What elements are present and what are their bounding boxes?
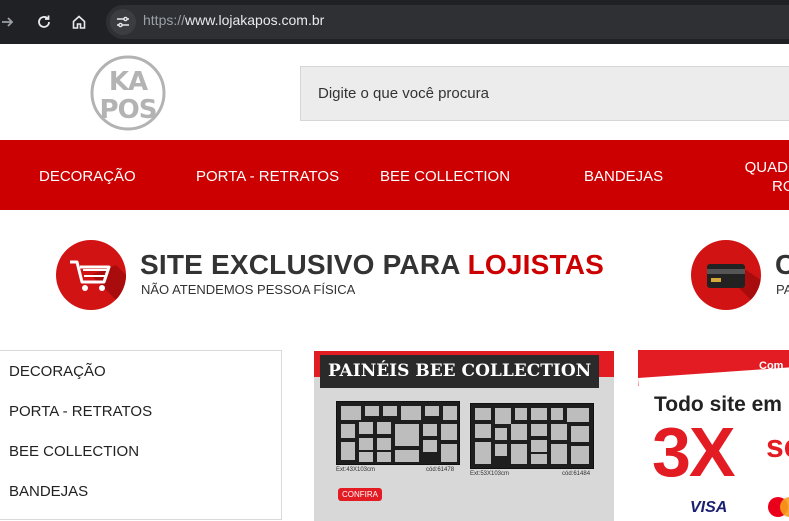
promo-big-number: 3X (652, 413, 736, 491)
promo-big-suffix: se (766, 428, 789, 464)
nav-item-bandejas[interactable]: BANDEJAS (584, 168, 663, 185)
payment-badge (691, 240, 761, 310)
home-icon[interactable] (67, 10, 91, 34)
site-settings-icon[interactable] (110, 9, 136, 35)
browser-toolbar: https://www.lojakapos.com.br (0, 0, 789, 44)
svg-text:KA: KA (109, 67, 148, 97)
sidebar-item-porta-retratos[interactable]: PORTA - RETRATOS (9, 403, 152, 420)
category-sidebar: DECORAÇÃO PORTA - RETRATOS BEE COLLECTIO… (0, 350, 282, 520)
banner-second-subtitle: PA (776, 282, 789, 297)
cart-badge (56, 240, 126, 310)
promo-bee-title: PAINÉIS BEE COLLECTION (320, 355, 600, 388)
ext-right: Ext:53X103cm (470, 471, 510, 477)
url-text[interactable]: https://www.lojakapos.com.br (143, 12, 324, 28)
code-right: cód:61484 (562, 471, 591, 477)
sidebar-item-decoracao[interactable]: DECORAÇÃO (9, 363, 106, 380)
nav-partial-line1: QUAD (744, 159, 788, 176)
banner-title: SITE EXCLUSIVO PARA LOJISTAS (140, 249, 604, 281)
kapos-logo[interactable]: KA POS (89, 54, 167, 132)
url-host: www.lojakapos.com.br (185, 12, 325, 28)
main-nav: DECORAÇÃO PORTA - RETRATOS BEE COLLECTIO… (0, 140, 789, 210)
banner-title-accent: LOJISTAS (467, 249, 605, 280)
sidebar-item-bee-collection[interactable]: BEE COLLECTION (9, 443, 139, 460)
sidebar-item-bandejas[interactable]: BANDEJAS (9, 483, 88, 500)
nav-item-decoracao[interactable]: DECORAÇÃO (39, 168, 136, 185)
url-scheme: https:// (143, 12, 186, 28)
forward-arrow-icon[interactable] (0, 10, 20, 34)
ext-left: Ext:43X103cm (336, 467, 376, 473)
nav-item-bee-collection[interactable]: BEE COLLECTION (380, 168, 510, 185)
visa-logo: VISA (690, 499, 728, 516)
search-input[interactable]: Digite o que você procura (300, 66, 789, 121)
search-placeholder: Digite o que você procura (318, 85, 489, 102)
cart-icon (70, 260, 126, 310)
nav-item-porta-retratos[interactable]: PORTA - RETRATOS (196, 168, 339, 185)
nav-item-quadros-partial[interactable]: QUAD RO (738, 158, 789, 196)
confira-button[interactable]: CONFIRA (338, 488, 382, 501)
banner-second-title: C (775, 249, 789, 280)
promo-bee-collection[interactable]: PAINÉIS BEE COLLECTION Ext:43X103cm cód:… (314, 351, 614, 521)
reload-icon[interactable] (32, 10, 56, 34)
svg-text:POS: POS (100, 95, 157, 125)
promo-tag: Com (759, 360, 784, 372)
banner-subtitle: NÃO ATENDEMOS PESSOA FÍSICA (141, 282, 356, 297)
promo-installments[interactable]: Com Todo site em 3X se VISA (638, 350, 789, 520)
credit-card-icon (707, 264, 761, 310)
photo-panel-right (470, 403, 594, 469)
photo-panel-left (336, 401, 460, 465)
nav-partial-line2: RO (772, 178, 789, 195)
code-left: cód:61478 (426, 467, 455, 473)
banner-title-prefix: SITE EXCLUSIVO PARA (140, 249, 468, 280)
